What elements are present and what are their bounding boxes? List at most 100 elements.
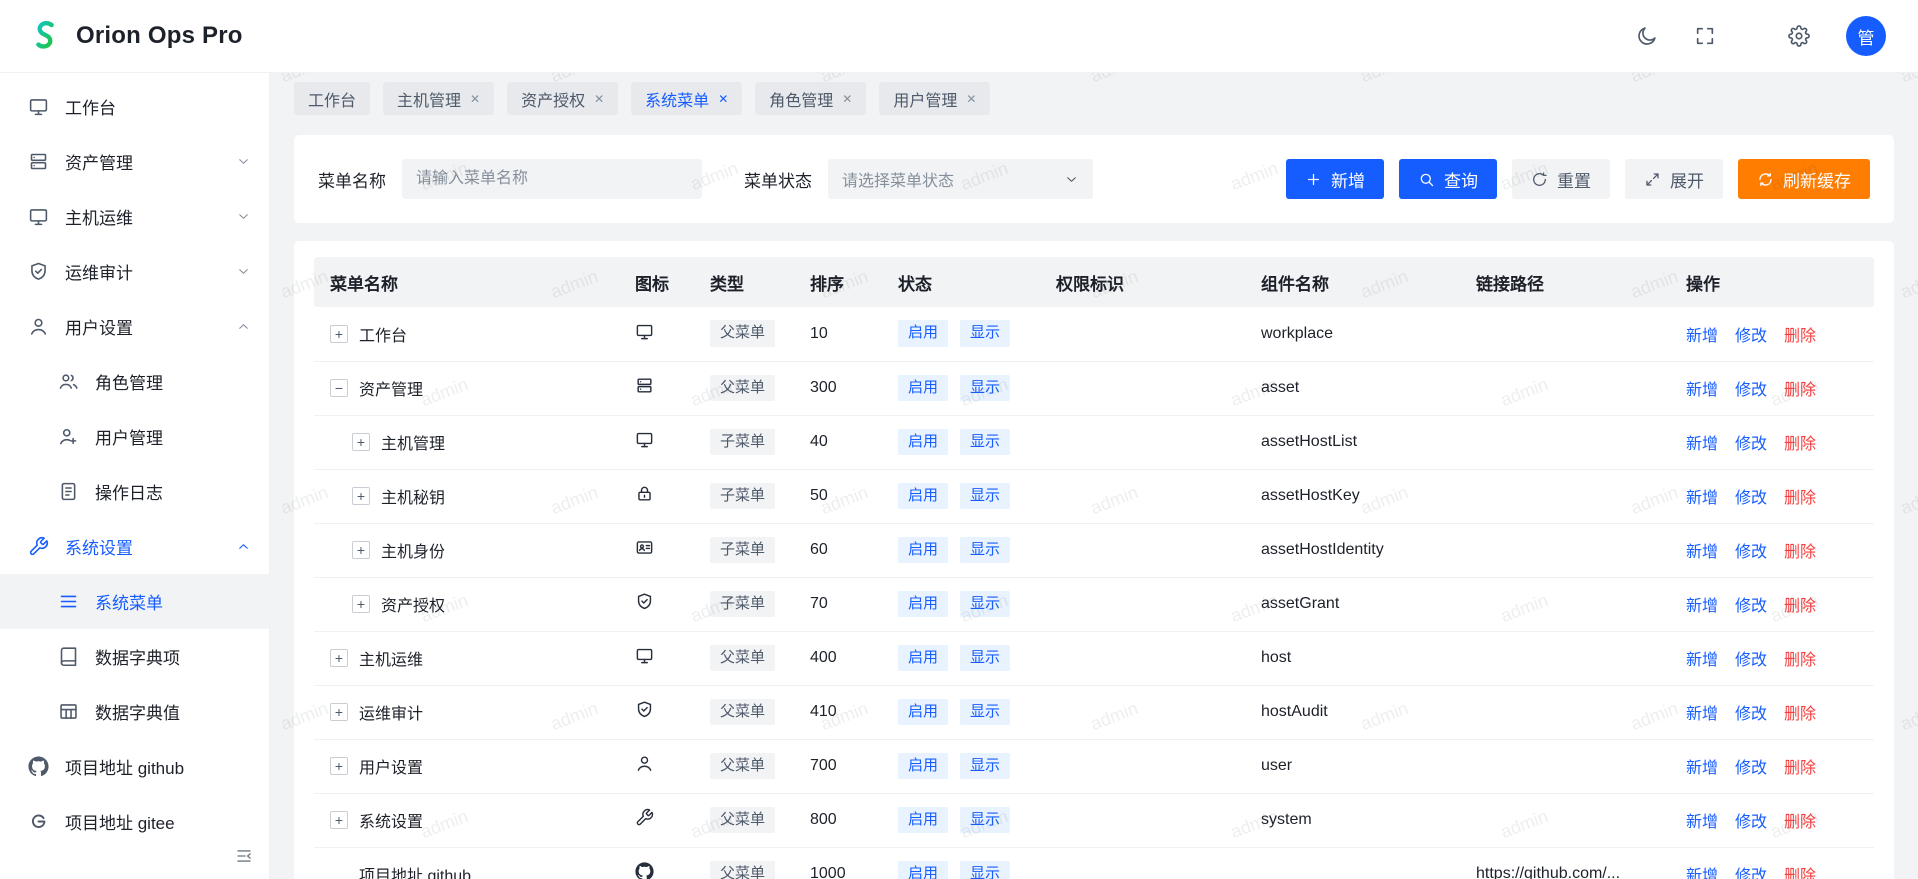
sidebar-item-system-settings[interactable]: 系统设置: [0, 519, 269, 574]
row-action-edit[interactable]: 修改: [1735, 706, 1767, 723]
column-header: 操作: [1670, 257, 1874, 307]
row-action-edit[interactable]: 修改: [1735, 598, 1767, 615]
sidebar-item-github[interactable]: 项目地址 github: [0, 739, 269, 794]
shield-icon: [635, 700, 654, 719]
tab-role-manage[interactable]: 角色管理✕: [755, 82, 866, 115]
expand-row-icon[interactable]: +: [352, 433, 370, 451]
row-action-add[interactable]: 新增: [1686, 814, 1718, 831]
menu-name: 资产管理: [359, 376, 423, 400]
row-action-add[interactable]: 新增: [1686, 490, 1718, 507]
row-action-edit[interactable]: 修改: [1735, 328, 1767, 345]
tab-workplace[interactable]: 工作台: [294, 82, 370, 115]
tab-close-icon[interactable]: ✕: [594, 92, 604, 106]
menu-permission: [1040, 361, 1245, 415]
row-action-add[interactable]: 新增: [1686, 544, 1718, 561]
collapse-row-icon[interactable]: −: [330, 379, 348, 397]
search-button[interactable]: 查询: [1399, 159, 1497, 199]
row-action-add[interactable]: 新增: [1686, 436, 1718, 453]
expand-button[interactable]: 展开: [1625, 159, 1723, 199]
row-action-add[interactable]: 新增: [1686, 598, 1718, 615]
add-button[interactable]: 新增: [1286, 159, 1384, 199]
row-action-edit[interactable]: 修改: [1735, 760, 1767, 777]
chevron-down-icon: [236, 209, 251, 224]
sidebar-item-data-dict-item[interactable]: 数据字典项: [0, 629, 269, 684]
row-action-add[interactable]: 新增: [1686, 328, 1718, 345]
expand-row-icon[interactable]: +: [330, 811, 348, 829]
row-action-edit[interactable]: 修改: [1735, 814, 1767, 831]
expand-row-icon[interactable]: +: [330, 757, 348, 775]
row-action-add[interactable]: 新增: [1686, 706, 1718, 723]
sidebar-item-label: 角色管理: [95, 369, 163, 394]
sidebar-item-ops-audit[interactable]: 运维审计: [0, 244, 269, 299]
expand-row-icon[interactable]: +: [352, 541, 370, 559]
expand-row-icon[interactable]: +: [330, 325, 348, 343]
row-action-edit[interactable]: 修改: [1735, 490, 1767, 507]
sidebar-item-user-settings[interactable]: 用户设置: [0, 299, 269, 354]
sidebar-item-operation-log[interactable]: 操作日志: [0, 464, 269, 519]
menu-permission: [1040, 685, 1245, 739]
status-tag: 显示: [960, 753, 1010, 780]
sidebar-item-data-dict-value[interactable]: 数据字典值: [0, 684, 269, 739]
sidebar-item-workplace[interactable]: 工作台: [0, 79, 269, 134]
tab-host-manage[interactable]: 主机管理✕: [383, 82, 494, 115]
row-action-edit[interactable]: 修改: [1735, 436, 1767, 453]
row-action-add[interactable]: 新增: [1686, 760, 1718, 777]
menu-name-input[interactable]: [402, 159, 702, 199]
sidebar-item-user-manage[interactable]: 用户管理: [0, 409, 269, 464]
sidebar-item-asset-manage[interactable]: 资产管理: [0, 134, 269, 189]
menu-icon-cell: [619, 577, 694, 631]
tab-asset-grant[interactable]: 资产授权✕: [507, 82, 618, 115]
menu-type-cell: 父菜单: [694, 631, 794, 685]
row-action-delete[interactable]: 删除: [1784, 328, 1816, 345]
sidebar-collapse-icon[interactable]: [235, 847, 253, 865]
expand-button-label: 展开: [1670, 167, 1704, 192]
expand-row-icon[interactable]: +: [352, 487, 370, 505]
tool-icon: [28, 536, 49, 557]
row-action-add[interactable]: 新增: [1686, 652, 1718, 669]
sidebar-item-role-manage[interactable]: 角色管理: [0, 354, 269, 409]
fullscreen-icon[interactable]: [1694, 25, 1716, 47]
sidebar-item-gitee[interactable]: 项目地址 gitee: [0, 794, 269, 849]
tab-system-menu[interactable]: 系统菜单✕: [631, 82, 742, 115]
dict-icon: [58, 646, 79, 667]
row-action-delete[interactable]: 删除: [1784, 652, 1816, 669]
settings-gear-icon[interactable]: [1788, 25, 1810, 47]
expand-row-icon[interactable]: +: [330, 649, 348, 667]
row-action-delete[interactable]: 删除: [1784, 490, 1816, 507]
expand-row-icon[interactable]: +: [352, 595, 370, 613]
refresh-cache-button[interactable]: 刷新缓存: [1738, 159, 1870, 199]
menu-status-select[interactable]: 请选择菜单状态: [828, 159, 1093, 199]
tab-close-icon[interactable]: ✕: [966, 92, 976, 106]
row-actions-cell: 新增修改删除: [1670, 793, 1874, 847]
row-actions-cell: 新增修改删除: [1670, 577, 1874, 631]
row-action-delete[interactable]: 删除: [1784, 598, 1816, 615]
row-action-delete[interactable]: 删除: [1784, 868, 1816, 879]
brand[interactable]: Orion Ops Pro: [26, 17, 243, 55]
sidebar-item-host-ops[interactable]: 主机运维: [0, 189, 269, 244]
reset-button[interactable]: 重置: [1512, 159, 1610, 199]
row-action-delete[interactable]: 删除: [1784, 706, 1816, 723]
tab-user-manage[interactable]: 用户管理✕: [879, 82, 990, 115]
menu-type-tag: 子菜单: [710, 537, 775, 564]
row-action-delete[interactable]: 删除: [1784, 436, 1816, 453]
row-action-add[interactable]: 新增: [1686, 382, 1718, 399]
theme-toggle-icon[interactable]: [1636, 25, 1658, 47]
expand-row-icon[interactable]: +: [330, 703, 348, 721]
sidebar-item-system-menu[interactable]: 系统菜单: [0, 574, 269, 629]
menu-name: 主机身份: [381, 538, 445, 562]
row-action-edit[interactable]: 修改: [1735, 868, 1767, 879]
row-action-edit[interactable]: 修改: [1735, 382, 1767, 399]
tab-close-icon[interactable]: ✕: [842, 92, 852, 106]
row-action-delete[interactable]: 删除: [1784, 760, 1816, 777]
tab-close-icon[interactable]: ✕: [470, 92, 480, 106]
row-action-edit[interactable]: 修改: [1735, 652, 1767, 669]
row-action-add[interactable]: 新增: [1686, 868, 1718, 879]
row-action-delete[interactable]: 删除: [1784, 544, 1816, 561]
tab-close-icon[interactable]: ✕: [718, 92, 728, 106]
row-action-delete[interactable]: 删除: [1784, 814, 1816, 831]
row-action-edit[interactable]: 修改: [1735, 544, 1767, 561]
menu-type-tag: 父菜单: [710, 861, 775, 879]
row-action-delete[interactable]: 删除: [1784, 382, 1816, 399]
user-avatar[interactable]: 管: [1846, 16, 1886, 56]
menu-link: [1460, 793, 1670, 847]
